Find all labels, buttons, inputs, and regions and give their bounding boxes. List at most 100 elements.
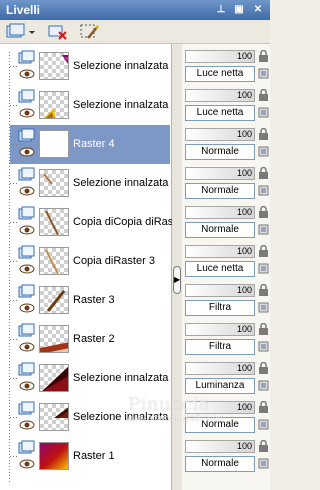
raster-layer-icon bbox=[18, 440, 36, 454]
visibility-eye-icon[interactable] bbox=[19, 108, 35, 118]
lock-icon[interactable] bbox=[258, 127, 269, 140]
pin-icon[interactable]: ⊥ bbox=[214, 3, 228, 17]
layer-row[interactable]: Copia diCopia diRaster bbox=[10, 203, 186, 242]
layer-properties-row: 100 Normale bbox=[182, 164, 270, 203]
opacity-slider[interactable]: 100 bbox=[185, 323, 255, 336]
blend-mode-select[interactable]: Luce netta bbox=[185, 261, 255, 277]
blend-mode-select[interactable]: Normale bbox=[185, 222, 255, 238]
layer-name[interactable]: Raster 2 bbox=[73, 333, 115, 345]
layer-thumbnail bbox=[39, 364, 69, 392]
layer-row[interactable]: Raster 4 bbox=[10, 125, 170, 164]
raster-layer-icon bbox=[18, 89, 36, 103]
layer-properties-row: 100 Filtra bbox=[182, 320, 270, 359]
blend-mode-select[interactable]: Luce netta bbox=[185, 66, 255, 82]
layer-name[interactable]: Raster 1 bbox=[73, 450, 115, 462]
link-icon[interactable] bbox=[258, 457, 269, 469]
visibility-eye-icon[interactable] bbox=[19, 264, 35, 274]
lock-icon[interactable] bbox=[258, 244, 269, 257]
layer-name[interactable]: Copia diRaster 3 bbox=[73, 255, 155, 267]
layer-row[interactable]: Selezione innalzata 3 bbox=[10, 359, 178, 398]
collapse-arrow-icon[interactable]: ▶ bbox=[173, 266, 181, 294]
layer-row[interactable]: Selezione innalzata 1 bbox=[10, 86, 178, 125]
visibility-eye-icon[interactable] bbox=[19, 225, 35, 235]
blend-mode-select[interactable]: Normale bbox=[185, 183, 255, 199]
lock-icon[interactable] bbox=[258, 439, 269, 452]
layer-properties-row: 100 Luce netta bbox=[182, 86, 270, 125]
lock-icon[interactable] bbox=[258, 49, 269, 62]
opacity-value: 100 bbox=[236, 402, 252, 412]
opacity-slider[interactable]: 100 bbox=[185, 50, 255, 63]
opacity-slider[interactable]: 100 bbox=[185, 362, 255, 375]
layer-thumbnail bbox=[39, 52, 69, 80]
layer-row[interactable]: Raster 3 bbox=[10, 281, 170, 320]
layer-row[interactable]: Raster 1 bbox=[10, 437, 170, 476]
visibility-eye-icon[interactable] bbox=[19, 147, 35, 157]
link-icon[interactable] bbox=[258, 262, 269, 274]
opacity-slider[interactable]: 100 bbox=[185, 89, 255, 102]
lock-icon[interactable] bbox=[258, 283, 269, 296]
link-icon[interactable] bbox=[258, 106, 269, 118]
blend-mode-select[interactable]: Luce netta bbox=[185, 105, 255, 121]
raster-layer-icon bbox=[18, 401, 36, 415]
link-icon[interactable] bbox=[258, 184, 269, 196]
link-icon[interactable] bbox=[258, 67, 269, 79]
panel-splitter[interactable]: ▶ bbox=[172, 44, 182, 490]
raster-layer-icon bbox=[18, 206, 36, 220]
layers-toolbar bbox=[0, 20, 270, 44]
layer-thumbnail bbox=[39, 91, 69, 119]
tree-branch bbox=[10, 183, 18, 184]
layer-name[interactable]: Raster 4 bbox=[73, 138, 115, 150]
layer-name[interactable]: Selezione innalzata 4 bbox=[73, 177, 178, 189]
link-icon[interactable] bbox=[258, 301, 269, 313]
link-icon[interactable] bbox=[258, 223, 269, 235]
link-icon[interactable] bbox=[258, 379, 269, 391]
opacity-slider[interactable]: 100 bbox=[185, 245, 255, 258]
lock-icon[interactable] bbox=[258, 166, 269, 179]
opacity-slider[interactable]: 100 bbox=[185, 440, 255, 453]
lock-icon[interactable] bbox=[258, 400, 269, 413]
visibility-eye-icon[interactable] bbox=[19, 381, 35, 391]
blend-mode-select[interactable]: Normale bbox=[185, 456, 255, 472]
blend-mode-select[interactable]: Filtra bbox=[185, 339, 255, 355]
options-icon[interactable]: ▣ bbox=[232, 3, 246, 17]
blend-mode-select[interactable]: Luminanza bbox=[185, 378, 255, 394]
tree-branch bbox=[10, 417, 18, 418]
link-icon[interactable] bbox=[258, 340, 269, 352]
blend-mode-select[interactable]: Normale bbox=[185, 144, 255, 160]
layer-name[interactable]: Raster 3 bbox=[73, 294, 115, 306]
layer-thumbnail bbox=[39, 325, 69, 353]
layer-row[interactable]: Raster 2 bbox=[10, 320, 170, 359]
opacity-slider[interactable]: 100 bbox=[185, 284, 255, 297]
visibility-eye-icon[interactable] bbox=[19, 69, 35, 79]
visibility-eye-icon[interactable] bbox=[19, 303, 35, 313]
opacity-value: 100 bbox=[236, 363, 252, 373]
layer-name[interactable]: Selezione innalzata 1 bbox=[73, 99, 178, 111]
edit-selection-icon[interactable] bbox=[80, 23, 100, 41]
lock-icon[interactable] bbox=[258, 205, 269, 218]
visibility-eye-icon[interactable] bbox=[19, 420, 35, 430]
delete-layer-icon[interactable] bbox=[48, 23, 68, 41]
blend-mode-select[interactable]: Filtra bbox=[185, 300, 255, 316]
layer-row[interactable]: Selezione innalzata 4 bbox=[10, 164, 178, 203]
lock-icon[interactable] bbox=[258, 322, 269, 335]
lock-icon[interactable] bbox=[258, 88, 269, 101]
layer-name[interactable]: Selezione innalzata 3 bbox=[73, 372, 178, 384]
opacity-slider[interactable]: 100 bbox=[185, 128, 255, 141]
layer-name[interactable]: Copia diCopia diRaster bbox=[73, 216, 186, 228]
link-icon[interactable] bbox=[258, 418, 269, 430]
layer-thumbnail bbox=[39, 442, 69, 470]
lock-icon[interactable] bbox=[258, 361, 269, 374]
layer-row[interactable]: Selezione innalzata bbox=[10, 47, 170, 86]
visibility-eye-icon[interactable] bbox=[19, 459, 35, 469]
new-layer-icon[interactable] bbox=[6, 23, 36, 41]
layer-row[interactable]: Copia diRaster 3 bbox=[10, 242, 170, 281]
layer-properties-row: 100 Luce netta bbox=[182, 242, 270, 281]
link-icon[interactable] bbox=[258, 145, 269, 157]
visibility-eye-icon[interactable] bbox=[19, 342, 35, 352]
visibility-eye-icon[interactable] bbox=[19, 186, 35, 196]
opacity-slider[interactable]: 100 bbox=[185, 206, 255, 219]
layer-list: Selezione innalzata Selezione innalzata 1… bbox=[0, 44, 186, 490]
close-icon[interactable]: ✕ bbox=[251, 3, 265, 17]
layer-name[interactable]: Selezione innalzata bbox=[73, 60, 168, 72]
opacity-slider[interactable]: 100 bbox=[185, 167, 255, 180]
